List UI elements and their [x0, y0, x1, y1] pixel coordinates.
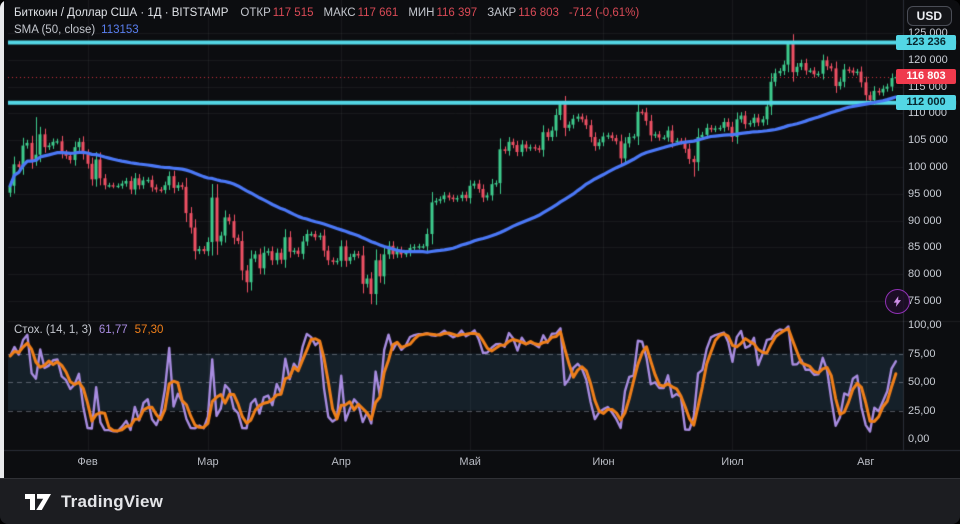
stoch-tick-label: 75,00 [908, 349, 958, 360]
tradingview-logo-icon[interactable] [24, 491, 52, 513]
stoch-tick-label: 50,00 [908, 377, 958, 388]
stoch-k-value: 61,77 [99, 324, 128, 336]
month-label: Мар [197, 456, 219, 468]
stoch-tick-label: 25,00 [908, 406, 958, 417]
ohlc-high: МАКС117 661 [323, 7, 398, 19]
month-label: Май [459, 456, 481, 468]
chart-canvas[interactable] [0, 0, 960, 478]
legend: Биткоин / Доллар США · 1Д · BITSTAMP ОТКР… [14, 6, 639, 38]
month-label: Июл [721, 456, 743, 468]
level-price-label-high: 123 236 [896, 35, 956, 50]
stoch-tick-label: 100,00 [908, 320, 958, 331]
last-price-label: 116 803 [896, 69, 956, 84]
level-price-label-low: 112 000 [896, 95, 956, 110]
price-tick-label: 75 000 [908, 296, 958, 307]
ohlc-open: ОТКР117 515 [240, 7, 313, 19]
tradingview-chart-window: Биткоин / Доллар США · 1Д · BITSTAMP ОТКР… [0, 0, 960, 524]
price-tick-label: 95 000 [908, 189, 958, 200]
month-label: Апр [331, 456, 350, 468]
month-label: Фев [77, 456, 97, 468]
lightning-icon [891, 295, 904, 308]
stoch-tick-label: 0,00 [908, 434, 958, 445]
price-tick-label: 80 000 [908, 269, 958, 280]
symbol-title[interactable]: Биткоин / Доллар США · 1Д · BITSTAMP [14, 7, 228, 19]
price-tick-label: 90 000 [908, 216, 958, 227]
stoch-legend: Стох. (14, 1, 3) 61,77 57,30 [14, 324, 163, 336]
price-tick-label: 110 000 [908, 108, 958, 119]
ohlc-close: ЗАКР116 803 [487, 7, 559, 19]
month-label: Авг [857, 456, 874, 468]
currency-toggle-button[interactable]: USD [907, 6, 952, 26]
price-tick-label: 85 000 [908, 242, 958, 253]
sma-value: 113153 [101, 24, 139, 36]
price-change: -712 (-0,61%) [569, 7, 639, 19]
price-tick-label: 105 000 [908, 135, 958, 146]
ohlc-low: МИН116 397 [408, 7, 477, 19]
frame-edge [0, 0, 4, 478]
price-tick-label: 100 000 [908, 162, 958, 173]
sma-indicator-title[interactable]: SMA (50, close) [14, 24, 95, 36]
month-label: Июн [592, 456, 614, 468]
brand-text[interactable]: TradingView [61, 492, 163, 512]
footer-bar: TradingView [0, 478, 960, 524]
boost-button[interactable] [885, 289, 910, 314]
price-tick-label: 120 000 [908, 55, 958, 66]
stoch-indicator-title[interactable]: Стох. (14, 1, 3) [14, 324, 92, 336]
stoch-d-value: 57,30 [135, 324, 164, 336]
